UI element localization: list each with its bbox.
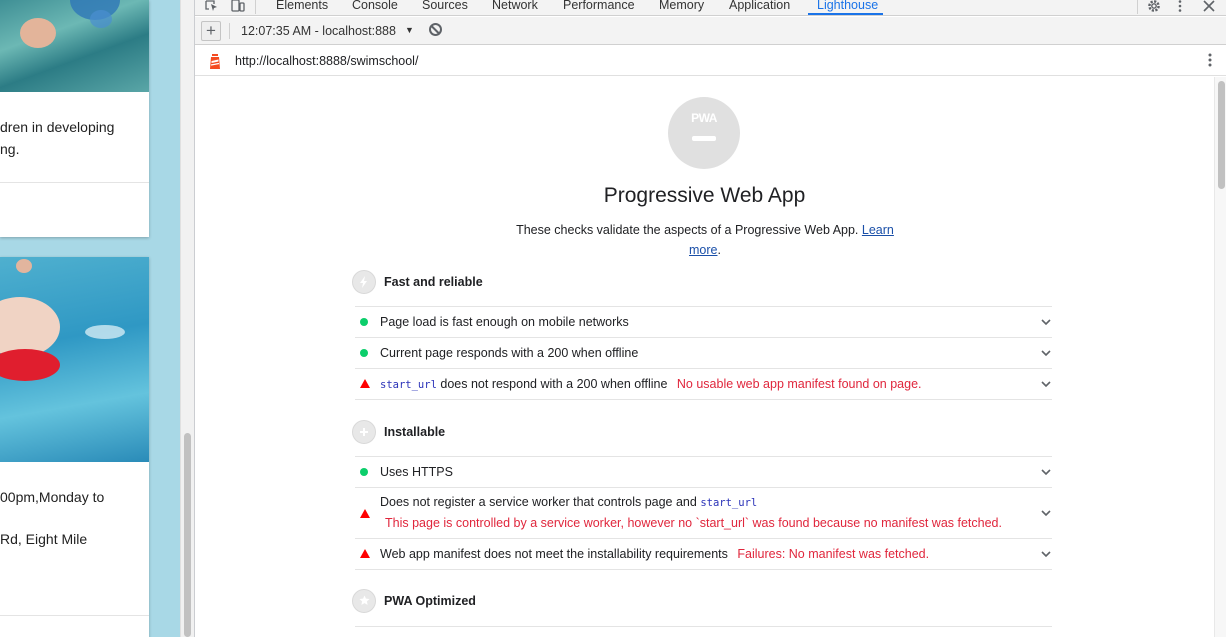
audit-title: Page load is fast enough on mobile netwo… (380, 315, 629, 329)
audit-row[interactable]: Page load is fast enough on mobile netwo… (355, 306, 1052, 337)
report-url-bar: http://localhost:8888/swimschool/ (195, 46, 1226, 76)
audit-row[interactable]: Uses HTTPS (355, 456, 1052, 487)
active-tab-indicator (808, 13, 883, 15)
fail-icon (360, 379, 370, 388)
chevron-down-icon[interactable] (1040, 507, 1052, 519)
devtools-panel: Elements Console Sources Network Perform… (194, 0, 1226, 637)
report-scrollbar[interactable] (1214, 77, 1226, 637)
audit-title-text: Web app manifest does not meet the insta… (380, 547, 728, 561)
chevron-down-icon[interactable] (1040, 378, 1052, 390)
group-end-divider (355, 569, 1052, 570)
card-description-line: Rd, Eight Mile (0, 531, 88, 547)
lighthouse-toolbar: + 12:07:35 AM - localhost:888 ▼ (195, 17, 1226, 45)
audit-error: No usable web app manifest found on page… (676, 377, 922, 391)
card-image (0, 0, 149, 92)
fail-icon (360, 549, 370, 558)
pass-icon (360, 318, 368, 326)
tab-performance[interactable]: Performance (563, 0, 635, 16)
chevron-down-icon[interactable] (1040, 316, 1052, 328)
tab-console[interactable]: Console (352, 0, 398, 16)
new-report-button[interactable]: + (201, 21, 221, 41)
website-scrollbar[interactable] (180, 0, 194, 637)
audit-error: Failures: No manifest was fetched. (737, 547, 930, 561)
dropdown-arrow-icon[interactable]: ▼ (405, 25, 414, 35)
audit-row[interactable]: Does not register a service worker that … (355, 487, 1052, 538)
report-selector[interactable]: 12:07:35 AM - localhost:888 (241, 24, 396, 38)
tab-elements[interactable]: Elements (276, 0, 328, 16)
pass-icon (360, 349, 368, 357)
pwa-badge-label: PWA (691, 111, 717, 125)
report-scrollbar-thumb[interactable] (1218, 81, 1225, 189)
audit-title: Current page responds with a 200 when of… (380, 346, 639, 360)
lighthouse-report: PWA Progressive Web App These checks val… (195, 77, 1214, 637)
audit-row[interactable] (355, 626, 1052, 637)
audit-title: Uses HTTPS (380, 465, 453, 479)
pass-icon (360, 468, 368, 476)
website-preview: dren in developing ng. 00pm,Monday to Rd… (0, 0, 194, 637)
audit-row[interactable]: Web app manifest does not meet the insta… (355, 538, 1052, 569)
audit-title: Web app manifest does not meet the insta… (380, 547, 929, 561)
lightning-icon (352, 270, 376, 294)
chevron-down-icon[interactable] (1040, 548, 1052, 560)
star-icon (352, 589, 376, 613)
audit-title-text: Does not register a service worker that … (380, 495, 697, 509)
tab-network[interactable]: Network (492, 0, 538, 16)
plus-circle-icon (352, 420, 376, 444)
group-end-divider (355, 399, 1052, 400)
devtools-tab-bar: Elements Console Sources Network Perform… (195, 0, 1226, 16)
card-description-line: dren in developing (0, 119, 115, 135)
class-card[interactable]: dren in developing ng. (0, 0, 149, 237)
card-image (0, 257, 149, 462)
fail-icon (360, 509, 370, 518)
audit-code: start_url (380, 379, 437, 391)
report-url: http://localhost:8888/swimschool/ (235, 54, 419, 68)
toolbar-divider (255, 0, 256, 14)
gear-icon[interactable] (1147, 0, 1161, 14)
card-description-line: ng. (0, 141, 20, 157)
toolbar-divider (1137, 0, 1138, 14)
group-title: Installable (384, 425, 446, 439)
group-title: Fast and reliable (384, 275, 483, 289)
device-toolbar-icon[interactable] (231, 0, 245, 14)
audit-row[interactable]: start_url does not respond with a 200 wh… (355, 368, 1052, 399)
audit-code: start_url (700, 497, 758, 509)
inspect-element-icon[interactable] (205, 0, 219, 14)
badge-dash (692, 136, 716, 141)
audit-error: This page is controlled by a service wor… (385, 516, 1002, 530)
category-description: These checks validate the aspects of a P… (516, 223, 894, 257)
category-title: Progressive Web App (603, 184, 806, 207)
close-icon[interactable] (1203, 0, 1215, 14)
tab-sources[interactable]: Sources (422, 0, 468, 16)
chevron-down-icon[interactable] (1040, 466, 1052, 478)
report-menu-icon[interactable] (1207, 52, 1213, 72)
chevron-down-icon[interactable] (1040, 347, 1052, 359)
audit-row[interactable]: Current page responds with a 200 when of… (355, 337, 1052, 368)
card-divider (0, 615, 149, 616)
website-scrollbar-thumb[interactable] (184, 433, 191, 637)
audit-title: Does not register a service worker that … (380, 495, 757, 509)
group-title: PWA Optimized (384, 594, 476, 608)
card-divider (0, 182, 149, 183)
toolbar-divider (229, 23, 230, 39)
audit-title: start_url does not respond with a 200 wh… (380, 377, 922, 391)
class-card[interactable]: 00pm,Monday to Rd, Eight Mile (0, 257, 149, 637)
category-description-text: These checks validate the aspects of a P… (516, 223, 859, 237)
more-options-icon[interactable] (1177, 0, 1183, 14)
tab-memory[interactable]: Memory (659, 0, 704, 16)
clear-report-icon[interactable] (429, 23, 442, 36)
audit-title-text: does not respond with a 200 when offline (440, 377, 668, 391)
pwa-badge-icon: PWA (668, 97, 740, 169)
card-description-line: 00pm,Monday to (0, 489, 105, 505)
lighthouse-logo-icon (210, 54, 220, 69)
tab-application[interactable]: Application (729, 0, 790, 16)
